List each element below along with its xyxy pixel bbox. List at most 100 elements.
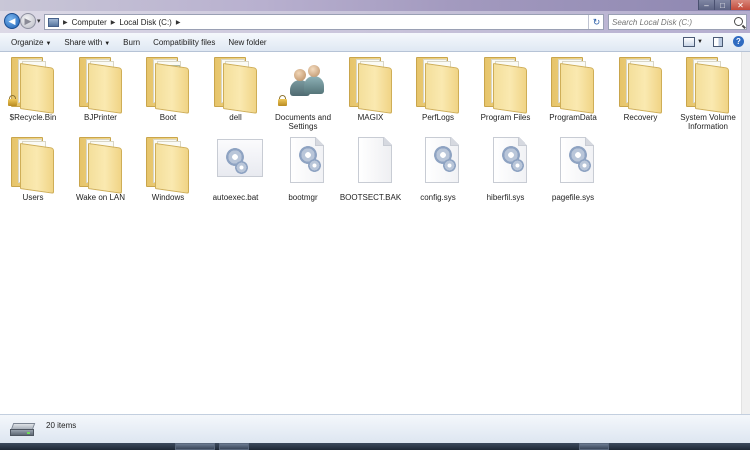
back-button[interactable]: ◀: [4, 13, 20, 29]
item-label: Windows: [151, 193, 185, 202]
folder-item-windows[interactable]: Windows: [135, 135, 201, 202]
breadcrumb-local-disk[interactable]: Local Disk (C:): [119, 18, 171, 27]
file-list[interactable]: $Recycle.Bin BJPrinter Boot dell Documents a…: [0, 52, 741, 414]
vertical-scrollbar[interactable]: [741, 52, 750, 414]
file-item-bootsect-bak[interactable]: BOOTSECT.BAK: [338, 135, 404, 202]
share-with-label: Share with: [64, 37, 103, 47]
taskbar-button[interactable]: [219, 443, 249, 450]
breadcrumb-separator[interactable]: ▶: [176, 19, 181, 26]
chevron-down-icon[interactable]: ▼: [697, 39, 703, 45]
forward-button[interactable]: ▶: [20, 13, 36, 29]
folder-item-documents-and-settings[interactable]: Documents and Settings: [270, 55, 336, 131]
chevron-down-icon: ▼: [45, 40, 52, 47]
blank-file-icon: [346, 135, 396, 191]
help-icon[interactable]: ?: [733, 36, 744, 47]
taskbar-button[interactable]: [579, 443, 609, 450]
compatibility-files-button[interactable]: Compatibility files: [148, 38, 220, 47]
folder-icon: [413, 55, 463, 114]
folder-item-perflogs[interactable]: PerfLogs: [405, 55, 471, 122]
file-item-hiberfil-sys[interactable]: hiberfil.sys: [473, 135, 539, 202]
breadcrumb-separator[interactable]: ▶: [63, 19, 68, 26]
item-label: Boot: [159, 113, 177, 122]
recent-pages-dropdown[interactable]: ▾: [37, 17, 41, 25]
item-label: Documents and Settings: [274, 113, 332, 131]
folder-item-boot[interactable]: Boot: [135, 55, 201, 122]
organize-label: Organize: [11, 37, 44, 47]
folder-item-programdata[interactable]: ProgramData: [540, 55, 606, 122]
folder-icon: [143, 55, 193, 114]
navigation-bar: ◀ ▶ ▾ ▶ Computer ▶ Local Disk (C:) ▶ ↻: [0, 11, 750, 33]
folder-icon: [76, 55, 126, 114]
search-input[interactable]: [612, 17, 730, 27]
lock-icon: [278, 95, 287, 106]
item-label: config.sys: [420, 193, 456, 202]
preview-pane-icon[interactable]: [713, 36, 723, 47]
item-label: dell: [229, 113, 242, 122]
file-item-bootmgr[interactable]: bootmgr: [270, 135, 336, 202]
folder-item-dell[interactable]: dell: [203, 55, 269, 122]
folder-item-bjprinter[interactable]: BJPrinter: [68, 55, 134, 122]
taskbar: [0, 443, 750, 450]
folder-item-magix[interactable]: MAGIX: [338, 55, 404, 122]
item-label: Program Files: [480, 113, 531, 122]
folder-icon: [548, 55, 598, 114]
folder-item-program-files[interactable]: Program Files: [473, 55, 539, 122]
item-label: autoexec.bat: [212, 193, 259, 202]
organize-button[interactable]: Organize ▼: [6, 38, 56, 47]
item-label: pagefile.sys: [551, 193, 595, 202]
folder-item-recycle-bin[interactable]: $Recycle.Bin: [0, 55, 66, 122]
refresh-button[interactable]: ↻: [588, 15, 604, 29]
folder-item-system-volume-information[interactable]: System Volume Information: [675, 55, 741, 131]
system-file-icon: [211, 135, 263, 191]
folder-icon: [76, 135, 126, 194]
maximize-button[interactable]: □: [714, 0, 730, 10]
folder-icon: [211, 55, 261, 114]
item-label: $Recycle.Bin: [9, 113, 57, 122]
minimize-button[interactable]: –: [698, 0, 714, 10]
folder-icon: [143, 135, 193, 194]
item-label: Users: [22, 193, 44, 202]
command-bar: Organize ▼ Share with ▼ Burn Compatibility…: [0, 33, 750, 52]
item-count: 20 items: [46, 421, 77, 430]
breadcrumb-separator[interactable]: ▶: [111, 19, 116, 26]
view-controls: ▼ ?: [683, 36, 744, 47]
item-label: System Volume Information: [680, 113, 736, 131]
item-label: bootmgr: [288, 193, 318, 202]
new-folder-button[interactable]: New folder: [223, 38, 271, 47]
item-label: BJPrinter: [84, 113, 117, 122]
folder-icon: [683, 55, 733, 114]
change-view-icon[interactable]: [683, 36, 696, 47]
item-label: Recovery: [623, 113, 658, 122]
chevron-down-icon: ▼: [104, 40, 111, 47]
arrow-right-icon: ▶: [24, 15, 32, 26]
burn-button[interactable]: Burn: [118, 38, 145, 47]
item-label: BOOTSECT.BAK: [339, 193, 402, 202]
folder-item-recovery[interactable]: Recovery: [608, 55, 674, 122]
taskbar-button[interactable]: [175, 443, 215, 450]
file-item-config-sys[interactable]: config.sys: [405, 135, 471, 202]
item-label: hiberfil.sys: [486, 193, 525, 202]
share-with-button[interactable]: Share with ▼: [59, 38, 115, 47]
close-button[interactable]: ✕: [730, 0, 750, 10]
search-icon[interactable]: [734, 17, 743, 26]
system-file-icon: [278, 135, 328, 191]
arrow-left-icon: ◀: [8, 15, 16, 26]
file-item-pagefile-sys[interactable]: pagefile.sys: [540, 135, 606, 202]
file-item-autoexec-bat[interactable]: autoexec.bat: [203, 135, 269, 202]
breadcrumb-computer[interactable]: Computer: [72, 18, 107, 27]
system-file-icon: [413, 135, 463, 191]
folder-item-users[interactable]: Users: [0, 135, 66, 202]
search-box[interactable]: [608, 14, 747, 30]
refresh-icon: ↻: [592, 16, 601, 27]
item-label: MAGIX: [357, 113, 384, 122]
folder-item-wake-on-lan[interactable]: Wake on LAN: [68, 135, 134, 202]
folder-icon: [8, 135, 58, 194]
item-label: ProgramData: [549, 113, 597, 122]
item-label: PerfLogs: [421, 113, 455, 122]
window-title-bar: – □ ✕: [0, 0, 750, 11]
item-label: Wake on LAN: [75, 193, 126, 202]
folder-icon: [481, 55, 531, 114]
address-bar[interactable]: ▶ Computer ▶ Local Disk (C:) ▶: [44, 14, 604, 30]
users-folder-icon: [278, 55, 328, 111]
window-controls: – □ ✕: [698, 0, 750, 10]
